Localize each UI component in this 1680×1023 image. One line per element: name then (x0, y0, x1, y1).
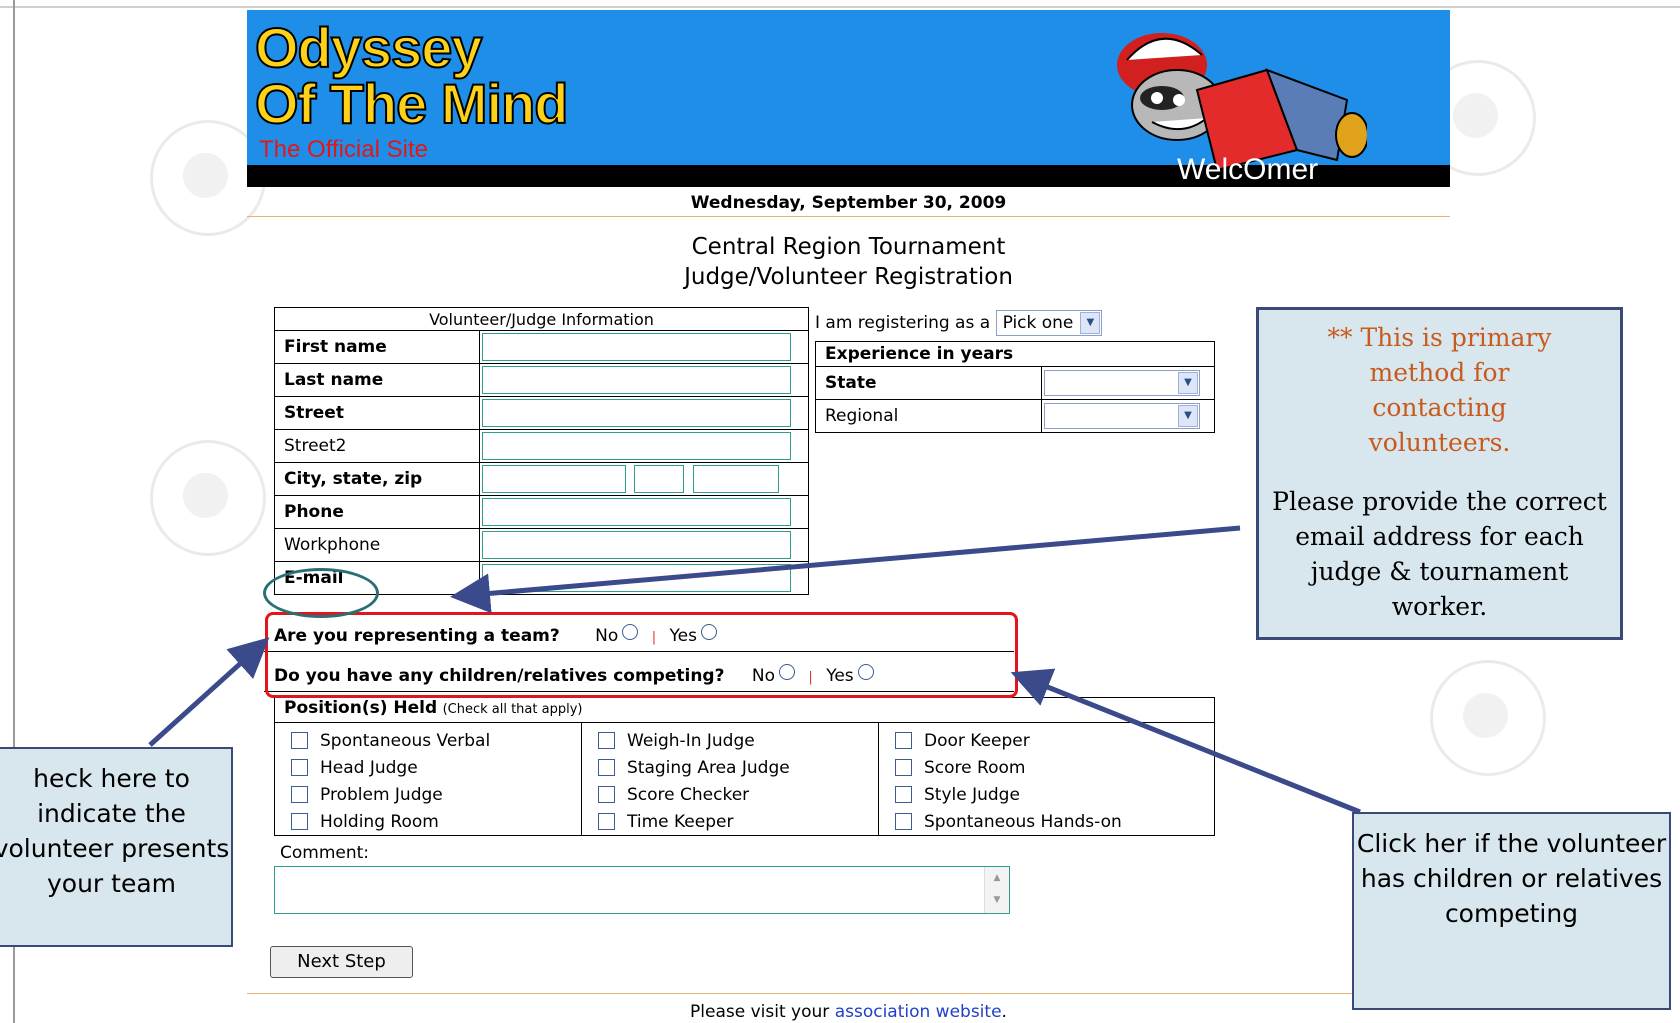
arrow-to-email (450, 525, 1241, 614)
arrow-annotation-icon (148, 525, 1361, 815)
arrow-to-children-question (1010, 668, 1361, 815)
arrow-to-team-question (148, 637, 270, 747)
